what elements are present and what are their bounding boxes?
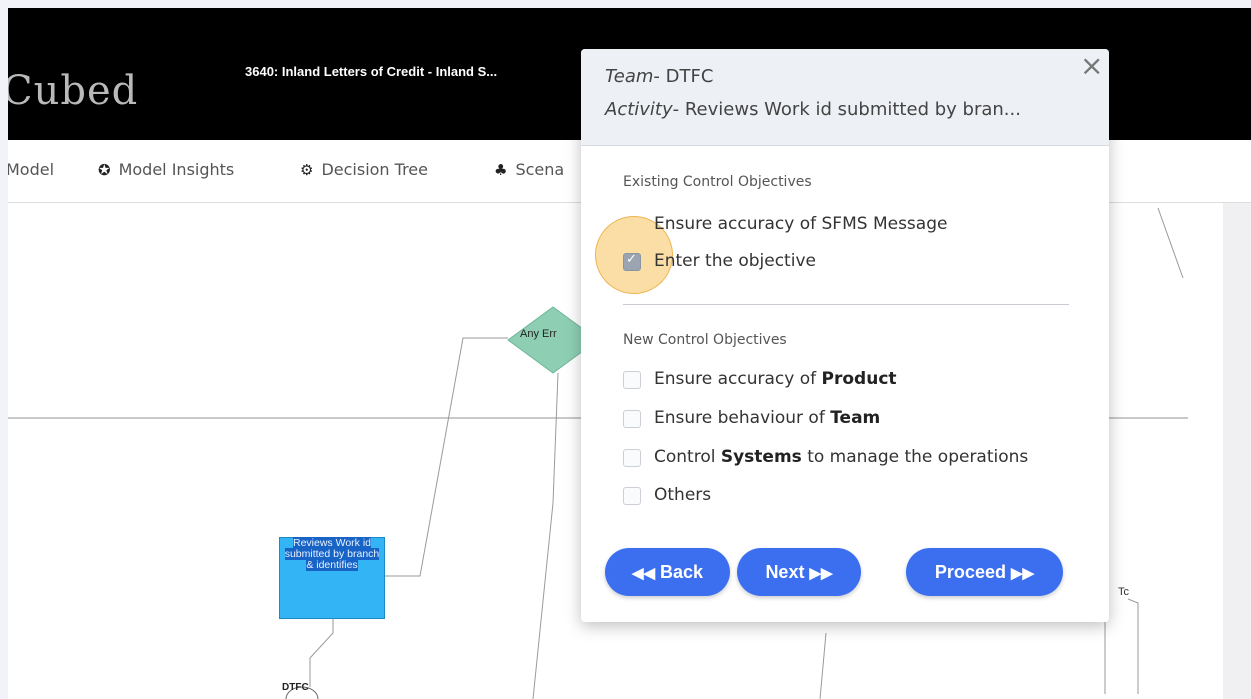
nav-model-insights[interactable]: ✪ Model Insights <box>98 160 234 179</box>
new-objective-label: Control Systems to manage the operations <box>654 447 1029 467</box>
activity-task-box[interactable]: Reviews Work id submitted by branch & id… <box>279 537 385 619</box>
objective-checkbox[interactable] <box>623 487 641 505</box>
insights-icon: ✪ <box>98 161 111 179</box>
existing-objectives-heading: Existing Control Objectives <box>623 174 812 190</box>
control-objectives-dialog: Team- DTFC Activity- Reviews Work id sub… <box>581 49 1109 622</box>
task-label: Reviews Work id submitted by branch & id… <box>284 537 380 571</box>
proceed-button-label: Proceed <box>934 562 1006 582</box>
brand-logo: Cubed <box>8 68 139 114</box>
nav-model-insights-label: Model Insights <box>118 160 235 179</box>
connector-line <box>819 632 827 699</box>
objective-checkbox[interactable] <box>623 371 641 389</box>
fast-forward-icon: ▶▶ <box>1010 565 1035 582</box>
hierarchy-icon: ♣ <box>494 161 508 179</box>
right-node-label: Tc <box>1118 586 1129 598</box>
close-icon[interactable]: × <box>1080 49 1103 82</box>
next-button-label: Next <box>765 562 805 582</box>
existing-objective-label: Ensure accuracy of SFMS Message <box>654 214 948 234</box>
section-divider <box>623 304 1069 305</box>
connector-line <box>532 372 559 699</box>
nav-decision-tree-label: Decision Tree <box>321 160 428 179</box>
team-line: Team- DTFC <box>605 66 713 87</box>
activity-line: Activity- Reviews Work id submitted by b… <box>605 99 1021 120</box>
existing-objective-label: Enter the objective <box>654 251 816 271</box>
new-objective-label: Ensure accuracy of Product <box>654 369 897 389</box>
nav-model[interactable]: Model <box>8 160 54 179</box>
objective-checkbox[interactable] <box>623 252 641 271</box>
new-objectives-heading: New Control Objectives <box>623 332 787 348</box>
connector-line <box>1127 598 1139 694</box>
proceed-button[interactable]: Proceed ▶▶ <box>906 548 1063 596</box>
connector-line <box>383 337 508 577</box>
objective-checkbox[interactable] <box>623 410 641 428</box>
rewind-icon: ◀◀ <box>631 565 656 582</box>
new-objective-label: Ensure behaviour of Team <box>654 408 881 428</box>
new-objective-label: Others <box>654 485 712 505</box>
fast-forward-icon: ▶▶ <box>809 565 833 582</box>
back-button-label: Back <box>660 562 704 582</box>
objective-checkbox[interactable] <box>623 449 641 467</box>
model-title: 3640: Inland Letters of Credit - Inland … <box>245 64 498 79</box>
decision-label: Any Err <box>520 328 557 340</box>
canvas-scroll-strip[interactable] <box>1223 203 1251 699</box>
connector-line <box>309 615 334 687</box>
nav-scenarios[interactable]: ♣ Scena <box>494 160 564 179</box>
nav-model-label: Model <box>8 160 55 179</box>
back-button[interactable]: ◀◀ Back <box>605 548 730 596</box>
dialog-header: Team- DTFC Activity- Reviews Work id sub… <box>581 49 1109 146</box>
activity-value: - Reviews Work id submitted by bran... <box>672 99 1021 120</box>
team-key: Team <box>605 66 654 87</box>
next-button[interactable]: Next ▶▶ <box>737 548 861 596</box>
nav-decision-tree[interactable]: ⚙ Decision Tree <box>300 160 428 179</box>
connector-line <box>1157 207 1184 279</box>
start-node-label: DTFC <box>282 682 309 693</box>
nav-scenarios-label: Scena <box>515 160 565 179</box>
gears-icon: ⚙ <box>300 161 314 179</box>
team-value: - DTFC <box>653 66 714 87</box>
activity-key: Activity <box>605 99 673 120</box>
